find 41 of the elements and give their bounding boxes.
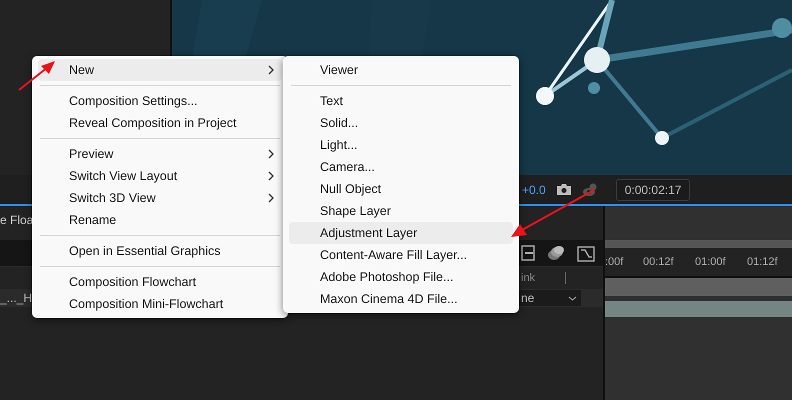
camera-icon[interactable]: [556, 183, 572, 196]
menu-item[interactable]: Text: [289, 90, 351, 112]
chevron-right-icon: [268, 171, 274, 181]
menu-item[interactable]: Camera...: [289, 156, 383, 178]
exposure-value[interactable]: +0.0: [522, 182, 546, 196]
menu-item[interactable]: Composition Flowchart: [38, 271, 282, 293]
menu-item[interactable]: Maxon Cinema 4D File...: [289, 288, 466, 310]
menu-item[interactable]: Composition Mini-Flowchart: [38, 293, 282, 315]
layer-name: _..._H: [0, 291, 32, 305]
menu-item[interactable]: New: [38, 59, 282, 81]
pointer-arrow: [18, 58, 58, 92]
chevron-right-icon: [268, 193, 274, 203]
timecode-field[interactable]: 0:00:02:17: [616, 178, 690, 200]
graph-editor-icon[interactable]: [577, 244, 595, 262]
menu-item[interactable]: Shape Layer: [289, 200, 399, 222]
ruler-label: 01:00f: [695, 256, 727, 270]
ruler-label: 00:12f: [643, 256, 675, 270]
ruler-label: 01:12f: [747, 256, 779, 270]
column-header: ink: [521, 272, 566, 284]
chevron-right-icon: [268, 149, 274, 159]
menu-item[interactable]: Composition Settings...: [38, 90, 282, 112]
time-ruler[interactable]: :00f 00:12f 01:00f 01:12f: [605, 240, 792, 276]
work-area-bar[interactable]: [605, 276, 792, 296]
ruler-label: :00f: [605, 256, 624, 270]
chevron-right-icon: [268, 65, 274, 75]
menu-item[interactable]: Switch 3D View: [38, 187, 282, 209]
menu-item[interactable]: Null Object: [289, 178, 390, 200]
menu-item[interactable]: Adobe Photoshop File...: [289, 266, 462, 288]
menu-item[interactable]: Rename: [38, 209, 282, 231]
menu-item[interactable]: Solid...: [289, 112, 366, 134]
layers-icon[interactable]: [547, 245, 565, 261]
menu-item[interactable]: Light...: [289, 134, 366, 156]
menu-item[interactable]: Content-Aware Fill Layer...: [289, 244, 476, 266]
menu-item[interactable]: Switch View Layout: [38, 165, 282, 187]
menu-item[interactable]: Preview: [38, 143, 282, 165]
menu-item[interactable]: Adjustment Layer: [289, 222, 513, 244]
menu-item[interactable]: Open in Essential Graphics: [38, 240, 282, 262]
menu-item[interactable]: Viewer: [289, 59, 366, 81]
mode-dropdown[interactable]: ne: [517, 290, 581, 306]
menu-item[interactable]: Reveal Composition in Project: [38, 112, 282, 134]
chevron-down-icon: [568, 296, 577, 300]
